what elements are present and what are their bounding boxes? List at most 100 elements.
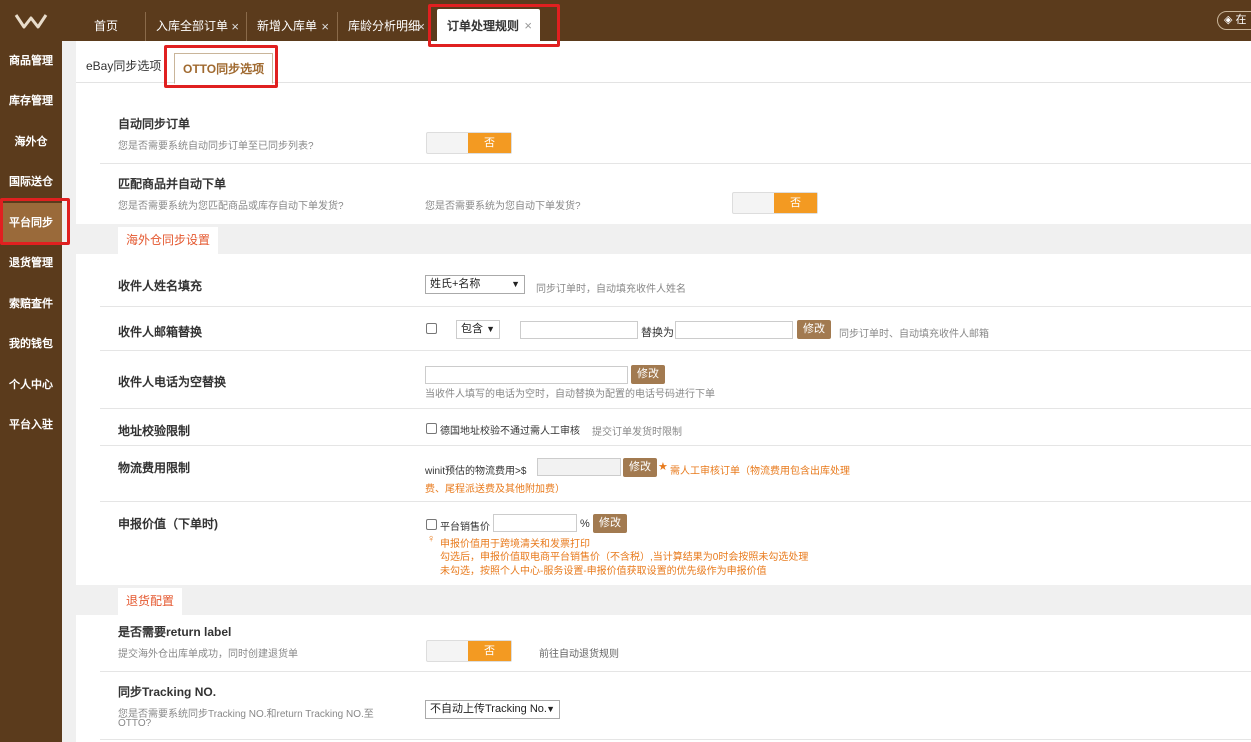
toggle-state: 否 <box>468 133 511 153</box>
recipient-phone-hint: 当收件人填写的电话为空时，自动替换为配置的电话号码进行下单 <box>425 389 715 400</box>
divider <box>100 445 1251 446</box>
divider <box>100 671 1251 672</box>
divider <box>100 739 1251 740</box>
close-icon[interactable]: × <box>231 12 239 41</box>
return-label-desc: 提交海外仓出库单成功，同时创建退货单 <box>118 649 298 660</box>
recipient-name-hint: 同步订单时，自动填充收件人姓名 <box>536 284 686 295</box>
recipient-email-checkbox[interactable] <box>426 323 437 334</box>
sidebar-item-personal-center[interactable]: 个人中心 <box>0 365 62 405</box>
sidebar-item-label: 商品管理 <box>9 55 53 67</box>
divider <box>100 306 1251 307</box>
sync-tracking-select[interactable]: 不自动上传Tracking No. ▼ <box>425 700 560 719</box>
recipient-phone-input[interactable] <box>425 366 628 384</box>
sidebar-item-platform-onboarding[interactable]: 平台入驻 <box>0 405 62 445</box>
recipient-phone-title: 收件人电话为空替换 <box>118 375 227 389</box>
top-right-button[interactable]: ◈ 在 <box>1217 11 1251 30</box>
sidebar-item-claims[interactable]: 索赔查件 <box>0 284 62 324</box>
logistics-fee-prefix: winit预估的物流费用>$ <box>425 466 527 477</box>
tab-label: 库龄分析明细 <box>348 19 421 33</box>
recipient-email-title: 收件人邮箱替换 <box>118 325 203 339</box>
divider <box>100 350 1251 351</box>
top-bar: 首页 入库全部订单 × 新增入库单 × 库龄分析明细 × 订单处理规则 × ◈ … <box>0 0 1251 41</box>
tab-label: 入库全部订单 <box>156 19 229 33</box>
sidebar-item-returns[interactable]: 退货管理 <box>0 243 62 283</box>
logo[interactable] <box>0 0 62 41</box>
logistics-fee-input[interactable] <box>537 458 621 476</box>
sidebar-item-label: 退货管理 <box>9 257 53 269</box>
sidebar-item-wallet[interactable]: 我的钱包 <box>0 324 62 364</box>
sidebar-item-label: 个人中心 <box>9 379 53 391</box>
sidebar-item-products[interactable]: 商品管理 <box>0 41 62 81</box>
toggle-state: 否 <box>774 193 817 213</box>
recipient-email-find-input[interactable] <box>520 321 638 339</box>
tab-ebay-sync[interactable]: eBay同步选项 <box>86 51 161 81</box>
lightbulb-icon: ♀ <box>427 533 436 545</box>
chevron-down-icon: ▼ <box>511 279 520 289</box>
select-value: 包含 <box>461 323 483 335</box>
overseas-section-bar: 海外仓同步设置 <box>76 224 1251 254</box>
tab-home[interactable]: 首页 <box>84 12 136 41</box>
select-value: 不自动上传Tracking No. <box>430 703 547 715</box>
tab-label: 首页 <box>94 19 119 33</box>
address-check-title: 地址校验限制 <box>118 424 191 438</box>
highlight-box <box>0 198 70 245</box>
highlight-box <box>164 45 278 88</box>
tab-inventory-age[interactable]: 库龄分析明细 × <box>337 12 433 41</box>
declared-value-label: 平台销售价 <box>440 522 490 533</box>
declared-value-title: 申报价值（下单时) <box>118 517 218 531</box>
sidebar-item-label: 索赔查件 <box>9 298 53 310</box>
recipient-name-title: 收件人姓名填充 <box>118 279 203 293</box>
toggle-state: 否 <box>468 641 511 661</box>
recipient-phone-modify-button[interactable]: 修改 <box>631 365 665 384</box>
match-order-desc: 您是否需要系统为您匹配商品或库存自动下单发货? <box>118 201 344 212</box>
sidebar-item-label: 平台入驻 <box>9 419 53 431</box>
select-value: 姓氏+名称 <box>430 278 481 290</box>
declared-value-input[interactable] <box>493 514 577 532</box>
sidebar-item-label: 海外仓 <box>14 136 48 148</box>
address-check-label: 德国地址校验不通过需人工审核 <box>440 426 580 437</box>
return-label-toggle[interactable]: 否 <box>426 640 512 662</box>
top-right-label: 在 <box>1235 14 1247 26</box>
tab-label: 新增入库单 <box>257 19 318 33</box>
auto-return-rules-link[interactable]: 前往自动退货规则 <box>539 645 619 660</box>
overseas-section-title: 海外仓同步设置 <box>118 227 219 254</box>
declared-value-note-2: 勾选后，申报价值取电商平台销售价（不含税）,当计算结果为0时会按照未勾选处理 <box>440 552 809 563</box>
auto-sync-toggle[interactable]: 否 <box>426 132 512 154</box>
sidebar-item-inventory[interactable]: 库存管理 <box>0 81 62 121</box>
close-icon[interactable]: × <box>417 12 425 41</box>
address-check-hint: 提交订单发货时限制 <box>592 427 682 438</box>
match-order-title: 匹配商品并自动下单 <box>118 177 227 191</box>
logistics-fee-title: 物流费用限制 <box>118 461 191 475</box>
auto-sync-title: 自动同步订单 <box>118 117 191 131</box>
winit-logo-icon <box>14 13 48 28</box>
recipient-email-match-select[interactable]: 包含 ▼ <box>456 320 500 339</box>
divider <box>100 501 1251 502</box>
declared-value-modify-button[interactable]: 修改 <box>593 514 627 533</box>
tab-new-inbound[interactable]: 新增入库单 × <box>246 12 337 41</box>
tab-inbound-all-orders[interactable]: 入库全部订单 × <box>145 12 247 41</box>
sync-tracking-desc-2: OTTO? <box>118 718 152 729</box>
sidebar-item-intl-delivery[interactable]: 国际送仓 <box>0 162 62 202</box>
logistics-fee-modify-button[interactable]: 修改 <box>623 458 657 477</box>
sync-tracking-desc-1: 您是否需要系统同步Tracking NO.和return Tracking NO… <box>118 709 374 720</box>
return-section-title: 退货配置 <box>118 588 183 615</box>
sidebar: 商品管理 库存管理 海外仓 国际送仓 平台同步 退货管理 索赔查件 我的钱包 个… <box>0 41 62 742</box>
return-label-title: 是否需要return label <box>118 625 232 639</box>
recipient-email-replace-input[interactable] <box>675 321 793 339</box>
highlight-box <box>428 4 560 47</box>
address-check-checkbox[interactable] <box>426 423 437 434</box>
logistics-fee-note-2: 费、尾程派送费及其他附加费） <box>425 484 565 495</box>
sidebar-item-overseas-warehouse[interactable]: 海外仓 <box>0 122 62 162</box>
recipient-email-modify-button[interactable]: 修改 <box>797 320 831 339</box>
recipient-name-select[interactable]: 姓氏+名称 ▼ <box>425 275 525 294</box>
divider <box>100 163 1251 164</box>
settings-icon: ◈ <box>1224 14 1233 26</box>
divider <box>100 408 1251 409</box>
tab-label: eBay同步选项 <box>86 59 162 73</box>
auto-sync-desc: 您是否需要系统自动同步订单至已同步列表? <box>118 141 314 152</box>
declared-value-checkbox[interactable] <box>426 519 437 530</box>
close-icon[interactable]: × <box>321 12 329 41</box>
match-order-toggle[interactable]: 否 <box>732 192 818 214</box>
percent-sign: % <box>580 518 590 530</box>
match-order-desc2: 您是否需要系统为您自动下单发货? <box>425 201 581 212</box>
